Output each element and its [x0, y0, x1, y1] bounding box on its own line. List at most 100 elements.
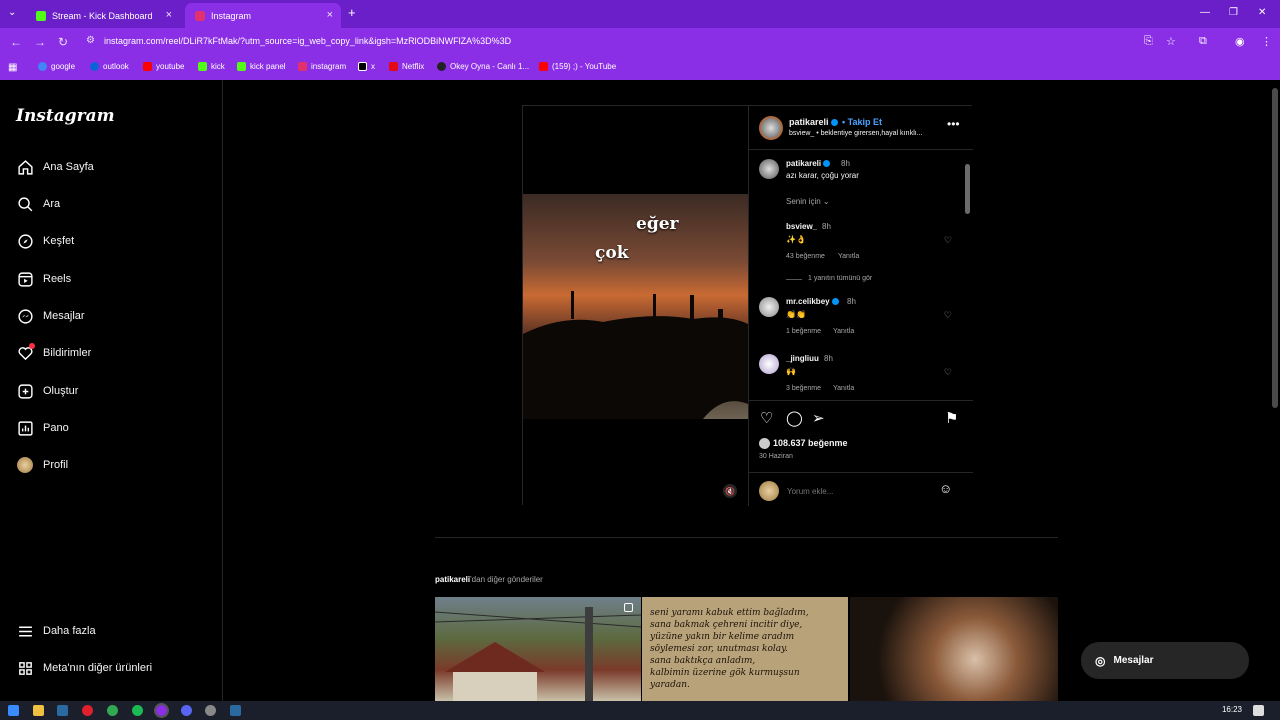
url-field[interactable]: instagram.com/reel/DLiR7kFtMak/?utm_sour… — [104, 36, 511, 46]
save-icon[interactable]: ⚑ — [945, 409, 958, 427]
sidebar-item-dashboard[interactable]: Pano — [16, 419, 69, 437]
tab-search-chevron-icon[interactable]: ⌄ — [8, 7, 16, 18]
close-window-icon[interactable]: ✕ — [1258, 7, 1266, 18]
translation-toggle[interactable]: Senin için ⌄ — [786, 197, 830, 206]
author-avatar[interactable] — [759, 116, 783, 140]
reel-video[interactable]: eğer çok 🔇 — [523, 106, 748, 506]
apps-grid-icon[interactable]: ▦ — [8, 62, 17, 73]
audio-label[interactable]: bsview_ • beklentiye girersen,hayal kırı… — [789, 130, 923, 137]
more-post-thumbnail[interactable]: seni yaramı kabuk ettim bağladım, sana b… — [642, 597, 848, 701]
mute-icon[interactable]: 🔇 — [723, 484, 737, 498]
sidebar-item-explore[interactable]: Keşfet — [16, 232, 74, 250]
sidebar-item-notifications[interactable]: Bildirimler — [16, 343, 91, 362]
forward-icon[interactable]: → — [34, 35, 46, 49]
profile-avatar-icon[interactable]: ◉ — [1235, 35, 1245, 48]
bookmark-kick-panel[interactable]: kick panel — [237, 62, 286, 71]
steam-icon[interactable] — [230, 705, 241, 716]
more-post-thumbnail[interactable] — [850, 597, 1058, 701]
comment-username[interactable]: _jingliuu — [786, 354, 819, 363]
site-info-icon[interactable]: ⚙ — [86, 35, 95, 46]
bookmark-okey[interactable]: Okey Oyna - Canlı 1... — [437, 62, 529, 71]
emoji-icon[interactable]: ☺ — [939, 481, 952, 496]
sidebar-item-label: Keşfet — [43, 235, 75, 247]
bookmark-netflix[interactable]: Netflix — [389, 62, 424, 71]
bookmark-x[interactable]: x — [358, 62, 375, 71]
close-tab-icon[interactable]: × — [327, 9, 333, 21]
sidebar-item-reels[interactable]: Reels — [16, 270, 71, 288]
more-post-thumbnail[interactable] — [435, 597, 641, 701]
tab-kick-dashboard[interactable]: Stream - Kick Dashboard × — [26, 3, 180, 28]
comment-like-icon[interactable]: ♡ — [944, 235, 952, 246]
spotify-icon[interactable] — [132, 705, 143, 716]
reply-button[interactable]: Yanıtla — [833, 328, 854, 335]
author-name[interactable]: patikareli — [789, 117, 838, 127]
bookmark-youtube-159[interactable]: (159) ;) - YouTube — [539, 62, 616, 71]
caption-author[interactable]: patikareli — [786, 159, 831, 168]
comment-likes[interactable]: 43 beğenme — [786, 253, 825, 260]
chrome-profile-icon[interactable] — [154, 703, 169, 718]
comment-avatar[interactable] — [759, 354, 779, 374]
comment-avatar[interactable] — [759, 297, 779, 317]
minimize-icon[interactable]: — — [1200, 7, 1210, 18]
reply-button[interactable]: Yanıtla — [833, 385, 854, 392]
bookmark-outlook[interactable]: outlook — [90, 62, 129, 71]
bookmark-instagram[interactable]: instagram — [298, 62, 346, 71]
page-scrollbar-thumb[interactable] — [1272, 88, 1278, 408]
opera-icon[interactable] — [82, 705, 93, 716]
sidebar-item-label: Mesajlar — [43, 310, 85, 322]
comment-author[interactable]: mr.celikbey — [786, 297, 839, 306]
chrome-icon[interactable] — [107, 705, 118, 716]
close-tab-icon[interactable]: × — [166, 9, 172, 21]
comment-icon[interactable]: ◯ — [786, 409, 803, 427]
file-explorer-icon[interactable] — [33, 705, 44, 716]
sidebar-item-messages[interactable]: Mesajlar — [16, 307, 85, 325]
caption-avatar[interactable] — [759, 159, 779, 179]
comment-likes[interactable]: 3 beğenme — [786, 385, 821, 392]
back-icon[interactable]: ← — [10, 35, 22, 49]
bookmark-google[interactable]: google — [38, 62, 75, 71]
reload-icon[interactable]: ↻ — [58, 35, 68, 49]
comment-avatar[interactable] — [759, 224, 779, 244]
sidebar-item-meta-products[interactable]: Meta'nın diğer ürünleri — [16, 659, 152, 677]
steam-icon[interactable] — [57, 705, 68, 716]
comments-scrollbar[interactable] — [965, 152, 970, 398]
comment-like-icon[interactable]: ♡ — [944, 367, 952, 378]
comment-like-icon[interactable]: ♡ — [944, 310, 952, 321]
app-icon[interactable] — [205, 705, 216, 716]
view-replies-button[interactable]: 1 yanıtın tümünü gör — [808, 275, 872, 282]
page-scrollbar[interactable] — [1270, 80, 1280, 701]
more-menu-icon[interactable]: ⋮ — [1261, 35, 1272, 48]
sidebar-item-create[interactable]: Oluştur — [16, 382, 78, 400]
share-icon[interactable]: ➢ — [812, 409, 825, 427]
like-icon[interactable]: ♡ — [760, 409, 773, 427]
scrollbar-thumb[interactable] — [965, 164, 970, 214]
sidebar-item-search[interactable]: Ara — [16, 195, 60, 213]
comment-username[interactable]: bsview_ — [786, 222, 817, 231]
comment-input[interactable] — [787, 484, 927, 498]
messages-floating-button[interactable]: ◎ Mesajlar — [1081, 642, 1249, 679]
install-app-icon[interactable]: ⎘ — [1144, 35, 1153, 48]
tab-instagram[interactable]: Instagram × — [185, 3, 341, 28]
bookmark-star-icon[interactable]: ☆ — [1166, 35, 1176, 48]
reply-button[interactable]: Yanıtla — [838, 253, 859, 260]
sidebar-item-profile[interactable]: Profil — [16, 456, 68, 474]
bookmark-youtube[interactable]: youtube — [143, 62, 184, 71]
bookmark-kick[interactable]: kick — [198, 62, 225, 71]
notifications-icon[interactable] — [1253, 705, 1264, 716]
comment-likes[interactable]: 1 beğenme — [786, 328, 821, 335]
more-posts-author[interactable]: patikareli — [435, 575, 470, 584]
instagram-logo[interactable]: Instagram — [16, 106, 115, 126]
extensions-icon[interactable]: ⧉ — [1199, 35, 1207, 48]
bookmark-label: x — [371, 62, 375, 71]
start-icon[interactable] — [8, 705, 19, 716]
discord-icon[interactable] — [181, 705, 192, 716]
sidebar-item-home[interactable]: Ana Sayfa — [16, 158, 94, 176]
follow-button[interactable]: • Takip Et — [842, 117, 882, 127]
restore-icon[interactable]: ❐ — [1229, 7, 1238, 18]
taskbar-clock[interactable]: 16:23 — [1222, 705, 1242, 714]
sidebar-item-more[interactable]: Daha fazla — [16, 622, 96, 640]
likes-count[interactable]: 108.637 beğenme — [759, 438, 848, 450]
more-options-icon[interactable]: ••• — [947, 117, 960, 131]
address-bar-row: ← → ↻ ⚙ instagram.com/reel/DLiR7kFtMak/?… — [0, 28, 1280, 56]
new-tab-button[interactable]: + — [348, 5, 356, 20]
